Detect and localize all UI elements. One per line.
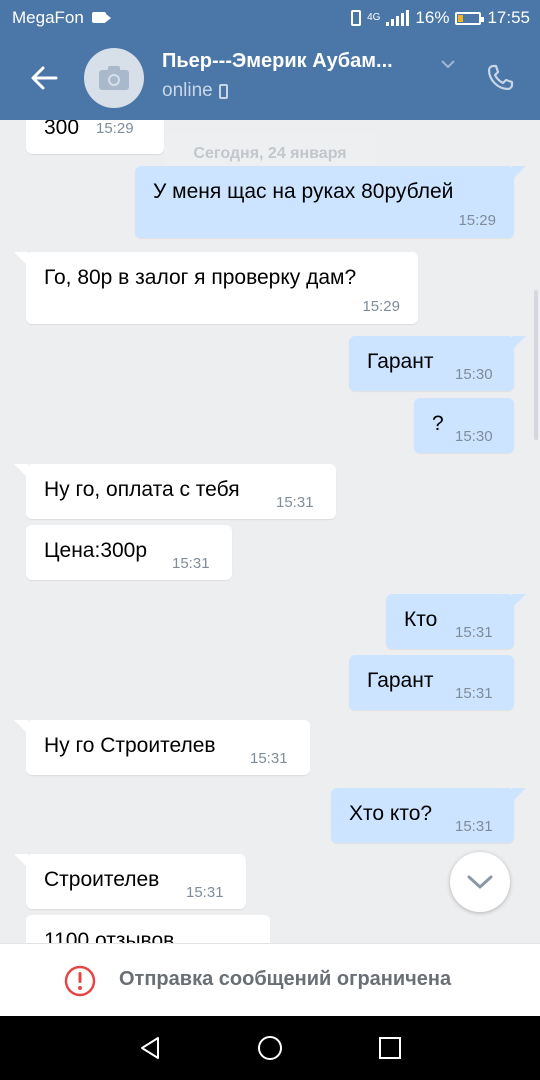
message-bubble-outgoing[interactable]: Кто 15:31 — [386, 594, 526, 649]
message-text: У меня щас на руках 80рублей — [153, 180, 454, 203]
phone-call-icon[interactable] — [484, 62, 516, 94]
video-call-indicator-icon — [92, 12, 111, 23]
message-time: 15:31 — [172, 555, 210, 572]
nav-back-icon[interactable] — [136, 1034, 164, 1062]
message-text: Строителев — [44, 868, 160, 891]
clock: 17:55 — [487, 8, 530, 27]
warning-icon — [64, 965, 96, 997]
message-time: 15:31 — [250, 750, 288, 767]
scroll-to-bottom-button[interactable] — [450, 852, 510, 912]
message-text: Гарант — [367, 350, 434, 373]
network-type: 4G — [367, 12, 381, 23]
message-text: 1100 отзывов — [44, 929, 175, 943]
message-text: Цена:300р — [44, 539, 148, 562]
status-icons: 4G 16% 17:55 — [351, 8, 530, 28]
chevron-down-icon — [467, 875, 493, 889]
navigation-bar — [0, 1016, 540, 1080]
message-text: Гарант — [367, 669, 434, 692]
message-text: Кто — [404, 608, 438, 631]
message-bubble-incoming[interactable]: 1100 отзывов — [26, 915, 270, 943]
battery-percent: 16% — [415, 8, 450, 27]
carrier-name: MegaFon — [12, 8, 84, 27]
message-text: Ну го Строителев — [44, 734, 216, 757]
message-text: 300 — [44, 120, 80, 139]
message-bubble-outgoing[interactable]: ? 15:30 — [414, 398, 514, 453]
nav-recents-icon[interactable] — [376, 1034, 404, 1062]
avatar[interactable] — [84, 48, 144, 108]
nav-home-icon[interactable] — [256, 1034, 284, 1062]
message-time: 15:29 — [458, 212, 496, 229]
message-time: 15:30 — [455, 428, 493, 445]
message-bubble-outgoing[interactable]: Гарант 15:31 — [349, 655, 514, 710]
message-bubble-incoming[interactable]: Ну го, оплата с тебя 15:31 — [14, 464, 336, 519]
message-bubble-outgoing[interactable]: Гарант 15:30 — [349, 336, 526, 391]
status-text: online — [162, 80, 213, 101]
message-bubble-incoming[interactable]: Строителев 15:31 — [14, 854, 246, 909]
mobile-icon — [218, 83, 228, 99]
scrollbar[interactable] — [534, 290, 538, 440]
message-time: 15:29 — [96, 120, 134, 137]
signal-icon — [386, 10, 410, 26]
message-time: 15:30 — [455, 366, 493, 383]
message-time: 15:31 — [455, 685, 493, 702]
messaging-restricted-notice: Отправка сообщений ограничена — [0, 943, 540, 1016]
message-text: ? — [432, 412, 444, 435]
message-bubble-incoming[interactable]: Го, 80р в залог я проверку дам? 15:29 — [14, 252, 418, 324]
status-bar: MegaFon 4G 16% 17:55 — [0, 0, 540, 36]
chat-header: Пьер---Эмерик Аубам... online — [0, 36, 540, 120]
restriction-label: Отправка сообщений ограничена — [119, 968, 452, 990]
message-text: Ну го, оплата с тебя — [44, 478, 240, 501]
message-bubble-outgoing[interactable]: Хто кто? 15:31 — [331, 788, 526, 843]
message-text: Хто кто? — [349, 802, 433, 825]
vibrate-icon — [351, 10, 362, 26]
message-bubble-incoming[interactable]: Цена:300р 15:31 — [26, 525, 232, 580]
message-time: 15:29 — [362, 298, 400, 315]
chevron-down-icon[interactable] — [440, 58, 456, 70]
back-arrow-icon[interactable] — [26, 60, 62, 96]
message-time: 15:31 — [276, 494, 314, 511]
battery-icon — [455, 11, 485, 25]
contact-name[interactable]: Пьер---Эмерик Аубам... — [162, 50, 393, 73]
message-list[interactable]: 300 15:29 Сегодня, 24 января У меня щас … — [0, 120, 540, 943]
message-time: 15:31 — [186, 884, 224, 901]
message-text: Го, 80р в залог я проверку дам? — [44, 266, 357, 289]
message-bubble-incoming[interactable]: Ну го Строителев 15:31 — [14, 720, 310, 775]
camera-icon — [99, 66, 129, 90]
message-bubble-incoming[interactable]: 300 15:29 — [26, 120, 164, 154]
message-time: 15:31 — [455, 624, 493, 641]
contact-status: online — [162, 80, 228, 102]
message-bubble-outgoing[interactable]: У меня щас на руках 80рублей 15:29 — [135, 166, 526, 238]
message-time: 15:31 — [455, 818, 493, 835]
